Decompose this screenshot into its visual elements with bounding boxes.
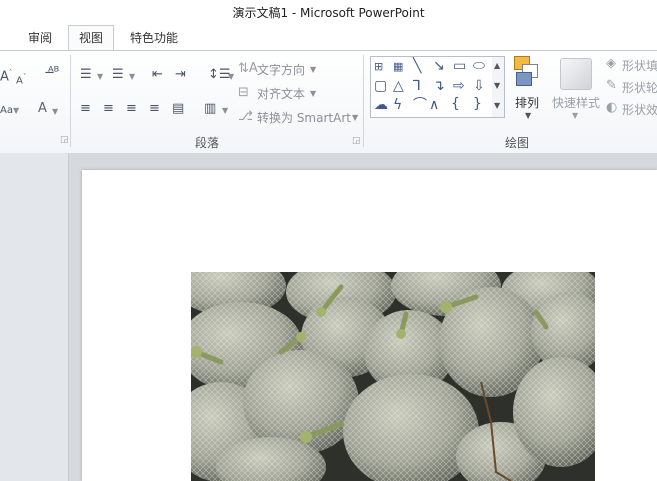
shapes-gallery-scrollbar[interactable]: ▲ ▼ ▼ bbox=[492, 56, 505, 118]
font-color-dropdown-icon[interactable]: ▼ bbox=[52, 107, 58, 116]
font-dialog-launcher-icon[interactable]: ◲ bbox=[60, 135, 69, 145]
curve-shape-icon[interactable]: ∧ bbox=[429, 98, 439, 112]
align-text-label[interactable]: 对齐文本 bbox=[257, 85, 305, 102]
paragraph-dialog-launcher-icon[interactable]: ◲ bbox=[352, 136, 361, 146]
ribbon-tabs: 审阅 视图 特色功能 bbox=[0, 25, 657, 50]
distributed-icon[interactable]: ▤ bbox=[172, 101, 184, 117]
quick-styles-dropdown-icon[interactable]: ▼ bbox=[572, 111, 578, 120]
convert-smartart-label[interactable]: 转换为 SmartArt bbox=[257, 109, 351, 126]
line-shape-icon[interactable]: ╲ bbox=[413, 59, 421, 73]
cloud-shape-icon[interactable]: ☁ bbox=[374, 98, 388, 112]
text-direction-label[interactable]: 文字方向 bbox=[257, 61, 305, 78]
justify-icon[interactable]: ≡ bbox=[149, 101, 160, 117]
group-separator bbox=[363, 55, 364, 147]
rounded-rectangle-shape-icon[interactable]: ▢ bbox=[374, 79, 387, 93]
arrow-line-shape-icon[interactable]: ↘ bbox=[433, 59, 445, 73]
window-title: 演示文稿1 - Microsoft PowerPoint bbox=[232, 6, 425, 20]
slide-thumbnail-pane[interactable] bbox=[0, 153, 69, 481]
shape-effects-icon[interactable]: ◐ bbox=[606, 100, 617, 115]
drawing-group-label: 绘图 bbox=[505, 136, 530, 150]
title-bar: 演示文稿1 - Microsoft PowerPoint bbox=[0, 0, 657, 26]
text-direction-dropdown-icon[interactable]: ▼ bbox=[310, 65, 316, 74]
numbering-icon[interactable]: ☰ bbox=[112, 67, 124, 83]
align-text-dropdown-icon[interactable]: ▼ bbox=[310, 89, 316, 98]
bullets-dropdown-icon[interactable]: ▼ bbox=[97, 72, 103, 81]
columns-icon[interactable]: ▥ bbox=[204, 101, 216, 117]
shrink-font-icon[interactable]: Aˇ bbox=[16, 69, 26, 89]
lightning-shape-icon[interactable]: ϟ bbox=[393, 98, 402, 112]
melon-photo-svg bbox=[191, 272, 595, 481]
melon-photo[interactable] bbox=[191, 272, 595, 481]
elbow-connector-shape-icon[interactable]: ⅂ bbox=[413, 79, 421, 93]
right-brace-shape-icon[interactable]: } bbox=[473, 97, 482, 111]
shape-effects-label[interactable]: 形状效 bbox=[622, 101, 657, 118]
increase-indent-icon[interactable]: ⇥ bbox=[175, 67, 186, 83]
align-center-icon[interactable]: ≡ bbox=[103, 101, 114, 117]
text-box-shape-icon[interactable]: ⊞ bbox=[374, 60, 383, 74]
tab-special-features[interactable]: 特色功能 bbox=[120, 26, 188, 50]
bullets-icon[interactable]: ☰ bbox=[80, 67, 92, 83]
down-arrow-shape-icon[interactable]: ⇩ bbox=[473, 79, 485, 93]
tab-view[interactable]: 视图 bbox=[68, 25, 115, 50]
tab-view-label: 视图 bbox=[79, 31, 104, 45]
font-color-icon[interactable]: A bbox=[38, 101, 47, 117]
paragraph-group-label: 段落 bbox=[195, 136, 220, 150]
arrange-icon[interactable] bbox=[512, 56, 542, 88]
tab-review-label: 审阅 bbox=[28, 31, 53, 45]
align-text-icon[interactable]: ⊟ bbox=[238, 85, 249, 101]
gallery-scroll-down-icon[interactable]: ▼ bbox=[494, 81, 500, 90]
smartart-dropdown-icon[interactable]: ▼ bbox=[352, 113, 358, 122]
align-left-icon[interactable]: ≡ bbox=[80, 101, 91, 117]
numbering-dropdown-icon[interactable]: ▼ bbox=[129, 72, 135, 81]
left-brace-shape-icon[interactable]: { bbox=[451, 97, 460, 111]
elbow-arrow-shape-icon[interactable]: ↴ bbox=[433, 79, 445, 93]
rectangle-shape-icon[interactable]: ▭ bbox=[453, 59, 466, 73]
line-spacing-dropdown-icon[interactable]: ▼ bbox=[228, 72, 234, 81]
oval-shape-icon[interactable]: ⬭ bbox=[473, 59, 485, 73]
quick-styles-label[interactable]: 快速样式 bbox=[552, 94, 600, 111]
quick-styles-icon[interactable] bbox=[560, 58, 592, 90]
clear-formatting-icon[interactable]: ᴬ̶ᴮ bbox=[48, 65, 59, 81]
tab-special-features-label: 特色功能 bbox=[130, 31, 179, 45]
arrange-label[interactable]: 排列 bbox=[515, 94, 539, 111]
shape-outline-icon[interactable]: ✎ bbox=[606, 78, 617, 93]
arc-shape-icon[interactable]: ⌒ bbox=[413, 98, 427, 112]
vertical-text-box-shape-icon[interactable]: ▦ bbox=[393, 60, 403, 74]
shapes-gallery[interactable]: ⊞ ▦ ╲ ↘ ▭ ⬭ ▢ △ ⅂ ↴ ⇨ ⇩ ☁ ϟ ⌒ ∧ { } bbox=[370, 56, 494, 118]
group-separator bbox=[70, 55, 71, 147]
triangle-shape-icon[interactable]: △ bbox=[393, 79, 404, 93]
shape-fill-label[interactable]: 形状填 bbox=[622, 57, 657, 74]
change-case-icon[interactable]: Aa ▼ bbox=[0, 103, 19, 119]
decrease-indent-icon[interactable]: ⇤ bbox=[152, 67, 163, 83]
text-direction-icon[interactable]: ⇅A bbox=[238, 61, 258, 77]
gallery-scroll-up-icon[interactable]: ▲ bbox=[494, 61, 500, 70]
arrange-dropdown-icon[interactable]: ▼ bbox=[525, 111, 531, 120]
grow-font-icon[interactable]: Aˆ bbox=[0, 65, 12, 85]
shape-fill-icon[interactable]: ◈ bbox=[606, 56, 616, 71]
tab-review[interactable]: 审阅 bbox=[18, 26, 62, 50]
smartart-icon[interactable]: ⎇ bbox=[238, 109, 253, 125]
columns-dropdown-icon[interactable]: ▼ bbox=[222, 106, 228, 115]
shape-outline-label[interactable]: 形状轮 bbox=[622, 79, 657, 96]
align-right-icon[interactable]: ≡ bbox=[126, 101, 137, 117]
gallery-more-icon[interactable]: ▼ bbox=[494, 101, 500, 110]
right-arrow-shape-icon[interactable]: ⇨ bbox=[453, 79, 465, 93]
